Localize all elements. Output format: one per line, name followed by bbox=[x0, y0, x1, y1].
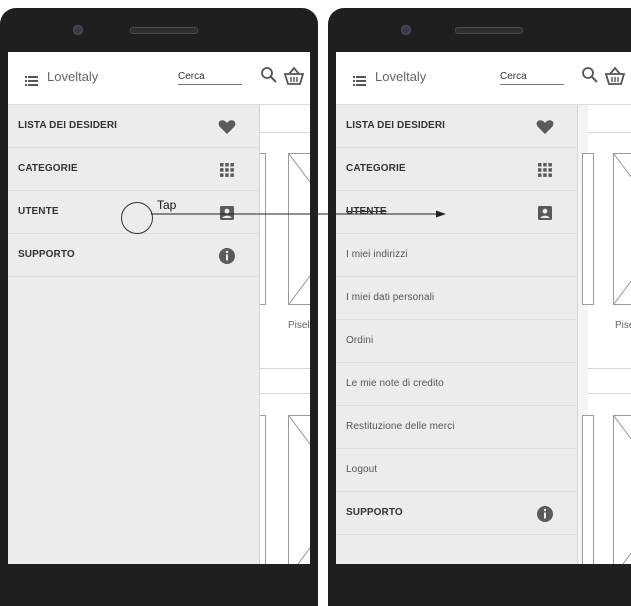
image-placeholder bbox=[582, 153, 594, 305]
product-label: Pisel bbox=[288, 320, 310, 331]
product-label: Pisel bbox=[615, 320, 631, 331]
screen-right: Pisel Loveltaly LISTA DEI DESIDERI bbox=[336, 52, 631, 564]
drawer-item-label: I miei dati personali bbox=[346, 292, 435, 303]
image-placeholder bbox=[613, 415, 631, 564]
drawer-item-label: SUPPORTO bbox=[18, 249, 75, 260]
tap-indicator bbox=[121, 202, 153, 234]
user-card-icon bbox=[536, 204, 554, 222]
screen-left: Pisel Loveltaly LISTA DEI DESIDERI bbox=[8, 52, 310, 564]
image-placeholder bbox=[288, 415, 310, 564]
drawer-item-support[interactable]: SUPPORTO bbox=[336, 492, 577, 535]
drawer-item-orders[interactable]: Ordini bbox=[336, 320, 577, 363]
drawer-item-categories[interactable]: CATEGORIE bbox=[336, 148, 577, 191]
search-icon[interactable] bbox=[260, 66, 278, 84]
content-area: Pisel bbox=[582, 105, 631, 564]
navigation-drawer: LISTA DEI DESIDERI CATEGORIE UTENTE I mi… bbox=[336, 105, 578, 564]
drawer-item-label: I miei indirizzi bbox=[346, 249, 408, 260]
drawer-item-categories[interactable]: CATEGORIE bbox=[8, 148, 259, 191]
drawer-item-personal-data[interactable]: I miei dati personali bbox=[336, 277, 577, 320]
user-card-icon bbox=[218, 204, 236, 222]
drawer-item-label: CATEGORIE bbox=[18, 163, 78, 174]
drawer-item-label: Le mie note di credito bbox=[346, 378, 444, 389]
basket-icon[interactable] bbox=[604, 65, 626, 87]
info-icon bbox=[536, 505, 554, 523]
drawer-item-wishlist[interactable]: LISTA DEI DESIDERI bbox=[8, 105, 259, 148]
drawer-item-logout[interactable]: Logout bbox=[336, 449, 577, 492]
app-bar: Loveltaly bbox=[336, 52, 631, 105]
search-input[interactable] bbox=[500, 68, 564, 85]
drawer-item-label: CATEGORIE bbox=[346, 163, 406, 174]
card-divider bbox=[260, 132, 310, 133]
search-input[interactable] bbox=[178, 68, 242, 85]
drawer-item-wishlist[interactable]: LISTA DEI DESIDERI bbox=[336, 105, 577, 148]
card-divider bbox=[588, 368, 631, 369]
card-divider bbox=[588, 393, 631, 394]
info-icon bbox=[218, 247, 236, 265]
brand-title: Loveltaly bbox=[375, 69, 427, 84]
menu-icon[interactable] bbox=[353, 73, 366, 86]
grid-icon bbox=[536, 161, 554, 179]
card-divider bbox=[260, 393, 310, 394]
camera-dot bbox=[401, 25, 411, 35]
drawer-item-label: LISTA DEI DESIDERI bbox=[346, 120, 446, 131]
image-placeholder bbox=[613, 153, 631, 305]
speaker-grille bbox=[130, 27, 198, 34]
image-placeholder bbox=[288, 153, 310, 305]
image-placeholder bbox=[582, 415, 594, 564]
drawer-item-label: UTENTE bbox=[346, 206, 387, 217]
drawer-item-user[interactable]: UTENTE bbox=[336, 191, 577, 234]
drawer-item-label: SUPPORTO bbox=[346, 507, 403, 518]
drawer-item-credit-notes[interactable]: Le mie note di credito bbox=[336, 363, 577, 406]
phone-right: Pisel Loveltaly LISTA DEI DESIDERI bbox=[328, 8, 631, 606]
tap-label: Tap bbox=[157, 198, 177, 212]
heart-icon bbox=[218, 118, 236, 136]
menu-icon[interactable] bbox=[25, 73, 38, 86]
heart-icon bbox=[536, 118, 554, 136]
navigation-drawer: LISTA DEI DESIDERI CATEGORIE UTENTE SUPP… bbox=[8, 105, 260, 564]
phone-left: Pisel Loveltaly LISTA DEI DESIDERI bbox=[0, 8, 318, 606]
grid-icon bbox=[218, 161, 236, 179]
search-icon[interactable] bbox=[581, 66, 599, 84]
basket-icon[interactable] bbox=[283, 65, 305, 87]
drawer-item-label: Restituzione delle merci bbox=[346, 421, 455, 432]
speaker-grille bbox=[455, 27, 523, 34]
drawer-item-label: Logout bbox=[346, 464, 378, 475]
card-divider bbox=[588, 132, 631, 133]
drawer-item-label: Ordini bbox=[346, 335, 374, 346]
drawer-item-label: LISTA DEI DESIDERI bbox=[18, 120, 118, 131]
app-bar: Loveltaly bbox=[8, 52, 310, 105]
drawer-item-label: UTENTE bbox=[18, 206, 59, 217]
camera-dot bbox=[73, 25, 83, 35]
drawer-item-addresses[interactable]: I miei indirizzi bbox=[336, 234, 577, 277]
drawer-item-returns[interactable]: Restituzione delle merci bbox=[336, 406, 577, 449]
card-divider bbox=[260, 368, 310, 369]
content-area: Pisel bbox=[254, 105, 310, 564]
brand-title: Loveltaly bbox=[47, 69, 99, 84]
drawer-item-support[interactable]: SUPPORTO bbox=[8, 234, 259, 277]
